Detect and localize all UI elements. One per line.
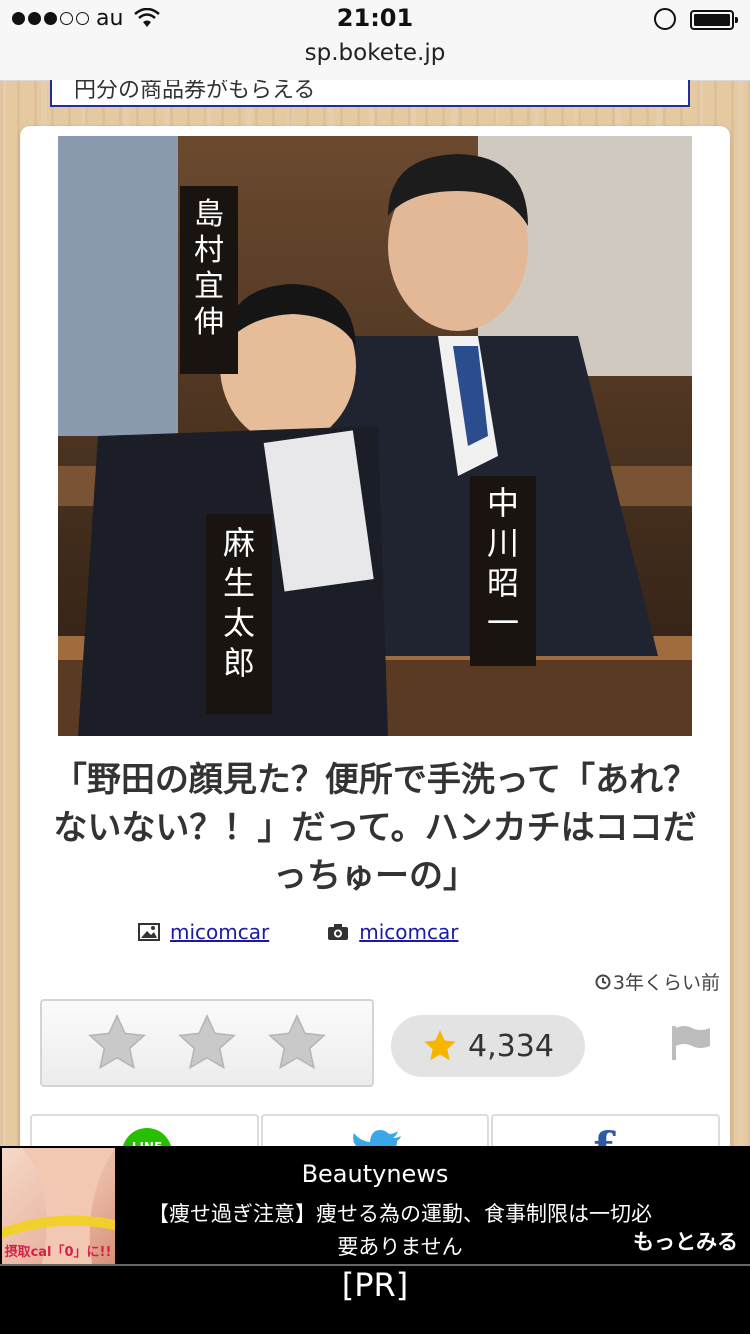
star-icon xyxy=(424,1030,456,1061)
caption-credit: micomcar xyxy=(327,920,458,944)
ad-text: 【痩せ過ぎ注意】痩せる為の運動、食事制限は一切必要ありません xyxy=(148,1202,652,1259)
image-credit: micomcar xyxy=(138,920,269,944)
post-photo[interactable]: 島 村 宜 伸 麻 生 太 郎 中 川 昭 一 xyxy=(58,136,692,736)
status-time: 21:01 xyxy=(336,4,414,32)
svg-text:島: 島 xyxy=(194,197,224,232)
camera-icon xyxy=(328,924,349,940)
rating-buttons xyxy=(40,999,374,1087)
ad-banner[interactable]: 摂取cal「0」に!! Beautynews 【痩せ過ぎ注意】痩せる為の運動、食… xyxy=(0,1146,750,1334)
name-plate-3: 中 川 昭 一 xyxy=(470,476,536,666)
promo-banner-text: 円分の商品券がもらえる xyxy=(74,80,316,103)
image-icon xyxy=(138,923,160,941)
rate-star-1-icon[interactable] xyxy=(86,1012,148,1074)
status-bar: au 21:01 sp.bokete.jp xyxy=(0,0,750,81)
svg-text:宜: 宜 xyxy=(194,269,224,304)
rate-star-2-icon[interactable] xyxy=(176,1012,238,1074)
svg-text:昭: 昭 xyxy=(487,564,519,602)
rate-star-3-icon[interactable] xyxy=(266,1012,328,1074)
name-plate-1: 島 村 宜 伸 xyxy=(180,186,238,374)
ad-thumbnail-text: 摂取cal「0」に!! xyxy=(5,1244,112,1260)
ad-thumbnail[interactable]: 摂取cal「0」に!! xyxy=(2,1148,115,1264)
time-ago-text: 3年くらい前 xyxy=(612,972,720,994)
svg-text:中: 中 xyxy=(487,484,519,522)
name-plate-2: 麻 生 太 郎 xyxy=(206,514,272,714)
post-timestamp: 3年くらい前 xyxy=(595,968,720,995)
svg-text:川: 川 xyxy=(487,524,519,562)
svg-text:太: 太 xyxy=(223,604,255,642)
photo-illustration: 島 村 宜 伸 麻 生 太 郎 中 川 昭 一 xyxy=(58,136,692,736)
report-flag-icon[interactable] xyxy=(670,1024,712,1060)
battery-icon xyxy=(690,10,738,30)
rotation-lock-icon xyxy=(654,8,676,30)
svg-text:麻: 麻 xyxy=(223,524,255,562)
image-credit-link[interactable]: micomcar xyxy=(170,920,269,944)
ad-more-link[interactable]: もっとみる xyxy=(633,1226,738,1256)
svg-text:一: 一 xyxy=(487,604,519,642)
caption-credit-link[interactable]: micomcar xyxy=(359,920,458,944)
svg-text:郎: 郎 xyxy=(223,644,255,682)
star-count: 4,334 xyxy=(468,1028,554,1064)
post-card: 島 村 宜 伸 麻 生 太 郎 中 川 昭 一 「野田の顔見た？便所で手洗って「… xyxy=(20,126,730,1186)
svg-text:生: 生 xyxy=(223,564,255,602)
star-count-badge: 4,334 xyxy=(391,1015,585,1077)
ad-thumbnail-illustration: 摂取cal「0」に!! xyxy=(2,1148,115,1264)
ad-brand: Beautynews xyxy=(301,1160,449,1188)
svg-text:村: 村 xyxy=(194,233,224,268)
promo-banner[interactable]: 円分の商品券がもらえる xyxy=(50,80,690,107)
post-caption: 「野田の顔見た？便所で手洗って「あれ？ないない？！」だって。ハンカチはココだっち… xyxy=(52,760,698,896)
post-credits: micomcar micomcar xyxy=(138,920,458,944)
clock-icon xyxy=(595,974,611,989)
svg-text:伸: 伸 xyxy=(194,305,224,340)
ad-pr-label: [PR] xyxy=(341,1266,409,1304)
address-bar-url[interactable]: sp.bokete.jp xyxy=(0,40,750,66)
